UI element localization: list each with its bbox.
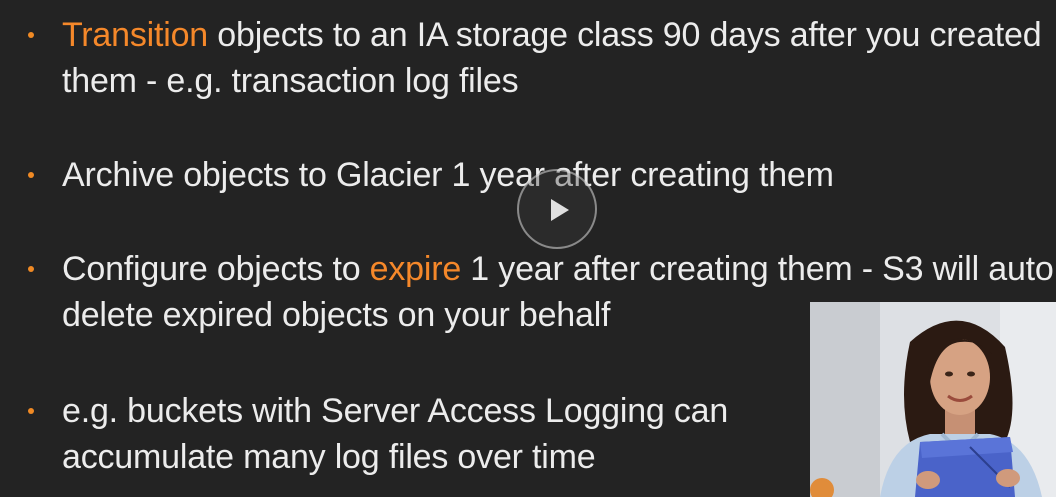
bullet-text-lead: Configure objects to <box>62 250 370 288</box>
bullet-dot-icon <box>28 408 34 414</box>
bullet-dot-icon <box>28 172 34 178</box>
bullet-dot-icon <box>28 32 34 38</box>
bullet-text-rest: objects to an IA storage class 90 days a… <box>62 16 1042 100</box>
presenter-image <box>810 302 1056 497</box>
highlight-word: Transition <box>62 16 209 54</box>
play-button[interactable] <box>517 169 597 249</box>
presenter-video-thumbnail <box>810 302 1056 497</box>
bullet-item: e.g. buckets with Server Access Logging … <box>28 388 808 480</box>
play-icon <box>551 199 569 221</box>
bullet-text: Transition objects to an IA storage clas… <box>62 12 1048 104</box>
bullet-dot-icon <box>28 266 34 272</box>
highlight-word: expire <box>369 250 462 288</box>
bullet-item: Transition objects to an IA storage clas… <box>28 12 1048 104</box>
video-player[interactable]: Transition objects to an IA storage clas… <box>0 0 1056 497</box>
bullet-text: e.g. buckets with Server Access Logging … <box>62 392 729 476</box>
